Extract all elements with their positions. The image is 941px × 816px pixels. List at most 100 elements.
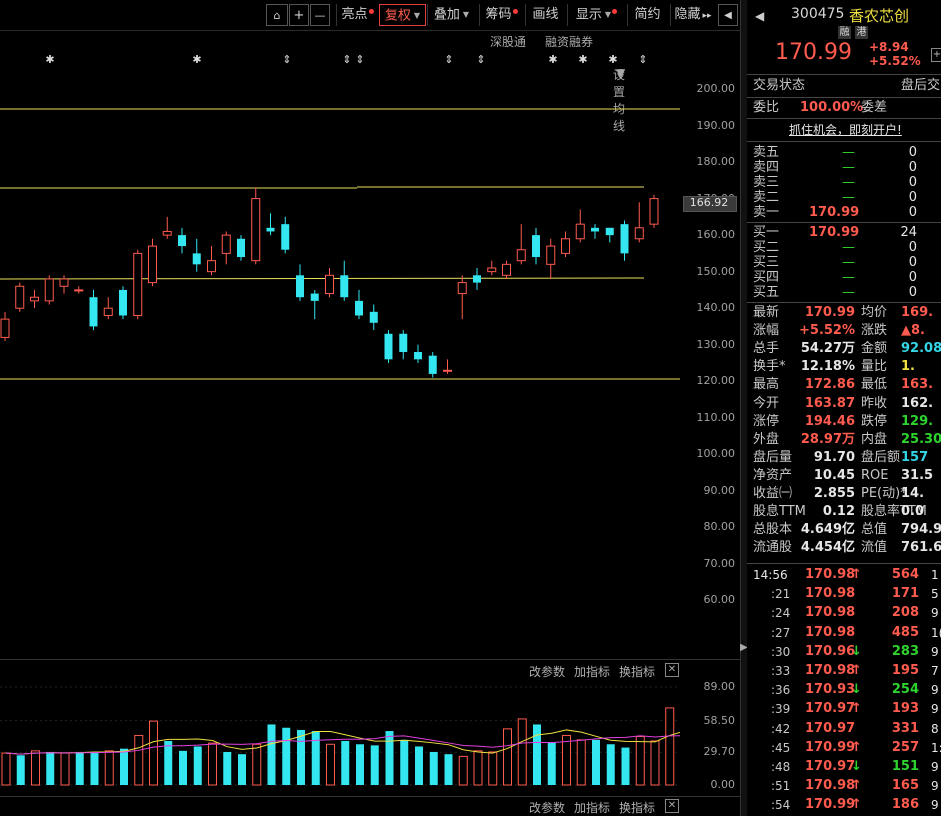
candle[interactable] — [384, 330, 393, 363]
volume-bar[interactable] — [635, 736, 645, 786]
shengutong-link[interactable]: 深股通 — [490, 33, 526, 50]
bottom-add-indicator-button[interactable]: 加指标 — [574, 799, 610, 816]
toolbar-button-5[interactable]: 显示 ▼ — [567, 4, 625, 26]
toolbar-button-7[interactable]: 隐藏 ▸▸ — [670, 4, 715, 26]
volume-bar[interactable] — [252, 743, 262, 786]
candle[interactable] — [266, 213, 275, 236]
event-asterisk-icon[interactable]: ✱ — [45, 53, 54, 66]
volume-bar[interactable] — [592, 739, 600, 785]
candle[interactable] — [192, 238, 201, 272]
candle[interactable] — [74, 286, 84, 294]
volume-bar[interactable] — [46, 751, 55, 785]
volume-bar[interactable] — [238, 754, 246, 785]
volume-bar[interactable] — [385, 731, 394, 785]
candle[interactable] — [369, 304, 378, 331]
toolbar-button-6[interactable]: 简约 — [627, 4, 667, 26]
plus-icon[interactable]: + — [289, 4, 309, 26]
vol-close-icon[interactable]: ✕ — [665, 663, 679, 677]
candle[interactable] — [178, 227, 186, 254]
candle[interactable] — [119, 286, 127, 320]
event-asterisk-icon[interactable]: ✱ — [608, 53, 617, 66]
candle[interactable] — [634, 202, 644, 243]
volume-bar[interactable] — [75, 751, 84, 785]
candle[interactable] — [399, 330, 408, 360]
toolbar-button-3[interactable]: 筹码 — [479, 4, 523, 26]
volume-bar[interactable] — [473, 750, 483, 786]
volume-bar[interactable] — [562, 734, 571, 786]
candle[interactable] — [310, 289, 319, 320]
toolbar-button-0[interactable]: 亮点 — [336, 4, 378, 26]
volume-bar[interactable] — [90, 751, 99, 785]
prev-stock-icon[interactable]: ◀ — [755, 9, 764, 23]
volume-bar[interactable] — [134, 734, 144, 786]
volume-bar[interactable] — [665, 707, 675, 786]
open-account-link[interactable]: 抓住机会，即刻开户! — [789, 121, 902, 139]
candle[interactable] — [473, 267, 481, 290]
volume-bar[interactable] — [164, 740, 173, 785]
candle[interactable] — [487, 260, 497, 276]
volume-bar[interactable] — [517, 718, 527, 786]
candle[interactable] — [532, 227, 540, 265]
event-arrow-icon[interactable]: ⇕ — [476, 53, 485, 66]
candle[interactable] — [103, 297, 113, 320]
volume-bar[interactable] — [60, 752, 70, 786]
volume-bar[interactable] — [458, 755, 468, 786]
volume-bar[interactable] — [503, 728, 512, 786]
candle[interactable] — [516, 224, 526, 265]
event-arrow-icon[interactable]: ⇕ — [355, 53, 364, 66]
volume-chart[interactable] — [0, 678, 680, 796]
volume-bar[interactable] — [267, 724, 276, 785]
candle[interactable] — [148, 238, 157, 287]
volume-bar[interactable] — [429, 751, 438, 785]
candle[interactable] — [355, 289, 363, 320]
candle[interactable] — [325, 267, 334, 298]
volume-bar[interactable] — [149, 720, 158, 786]
volume-bar[interactable] — [311, 731, 320, 785]
candle[interactable] — [428, 352, 437, 378]
volume-bar[interactable] — [341, 740, 350, 785]
event-asterisk-icon[interactable]: ✱ — [192, 53, 201, 66]
candle[interactable] — [133, 249, 143, 320]
candle[interactable] — [561, 231, 570, 258]
event-asterisk-icon[interactable]: ✱ — [578, 53, 587, 66]
minus-icon[interactable]: — — [310, 4, 330, 26]
candle[interactable] — [649, 194, 659, 228]
event-arrow-icon[interactable]: ⇕ — [638, 53, 647, 66]
candle[interactable] — [502, 260, 511, 279]
candle[interactable] — [59, 275, 69, 294]
lock-icon[interactable]: ⌂ — [266, 4, 288, 26]
volume-bar[interactable] — [1, 752, 11, 786]
volume-bar[interactable] — [576, 739, 586, 786]
candle[interactable] — [237, 235, 245, 261]
candle[interactable] — [340, 260, 349, 301]
volume-bar[interactable] — [104, 750, 114, 786]
volume-bar[interactable] — [193, 746, 202, 785]
volume-bar[interactable] — [356, 744, 364, 785]
bottom-switch-indicator-button[interactable]: 换指标 — [619, 799, 655, 816]
volume-bar[interactable] — [606, 744, 615, 785]
volume-bar[interactable] — [223, 751, 232, 785]
volume-bar[interactable] — [120, 748, 128, 785]
event-arrow-icon[interactable]: ⇕ — [342, 53, 351, 66]
event-arrow-icon[interactable]: ⇕ — [444, 53, 453, 66]
volume-bar[interactable] — [488, 751, 498, 786]
candle[interactable] — [251, 187, 261, 265]
volume-bar[interactable] — [326, 743, 335, 786]
volume-bar[interactable] — [16, 755, 25, 785]
candle[interactable] — [44, 275, 54, 305]
toolbar-button-2[interactable]: 叠加 ▼ — [427, 4, 475, 26]
event-arrow-icon[interactable]: ⇕ — [282, 53, 291, 66]
volume-bar[interactable] — [282, 727, 291, 785]
candlestick-chart[interactable]: ✱ ✱ ⇕ ⇕ ⇕ ⇕ ⇕ ✱ ✱ ✱ ⇕ — [0, 50, 680, 658]
volume-bar[interactable] — [621, 747, 630, 785]
candle[interactable] — [296, 264, 304, 301]
volume-bar[interactable] — [533, 724, 541, 785]
volume-bar[interactable] — [179, 750, 187, 785]
candle[interactable] — [605, 227, 614, 243]
bottom-close-icon[interactable]: ✕ — [665, 799, 679, 813]
candle[interactable] — [207, 246, 216, 276]
candle[interactable] — [281, 216, 290, 254]
volume-bar[interactable] — [650, 740, 660, 786]
candle[interactable] — [89, 289, 98, 331]
candle[interactable] — [620, 220, 629, 261]
